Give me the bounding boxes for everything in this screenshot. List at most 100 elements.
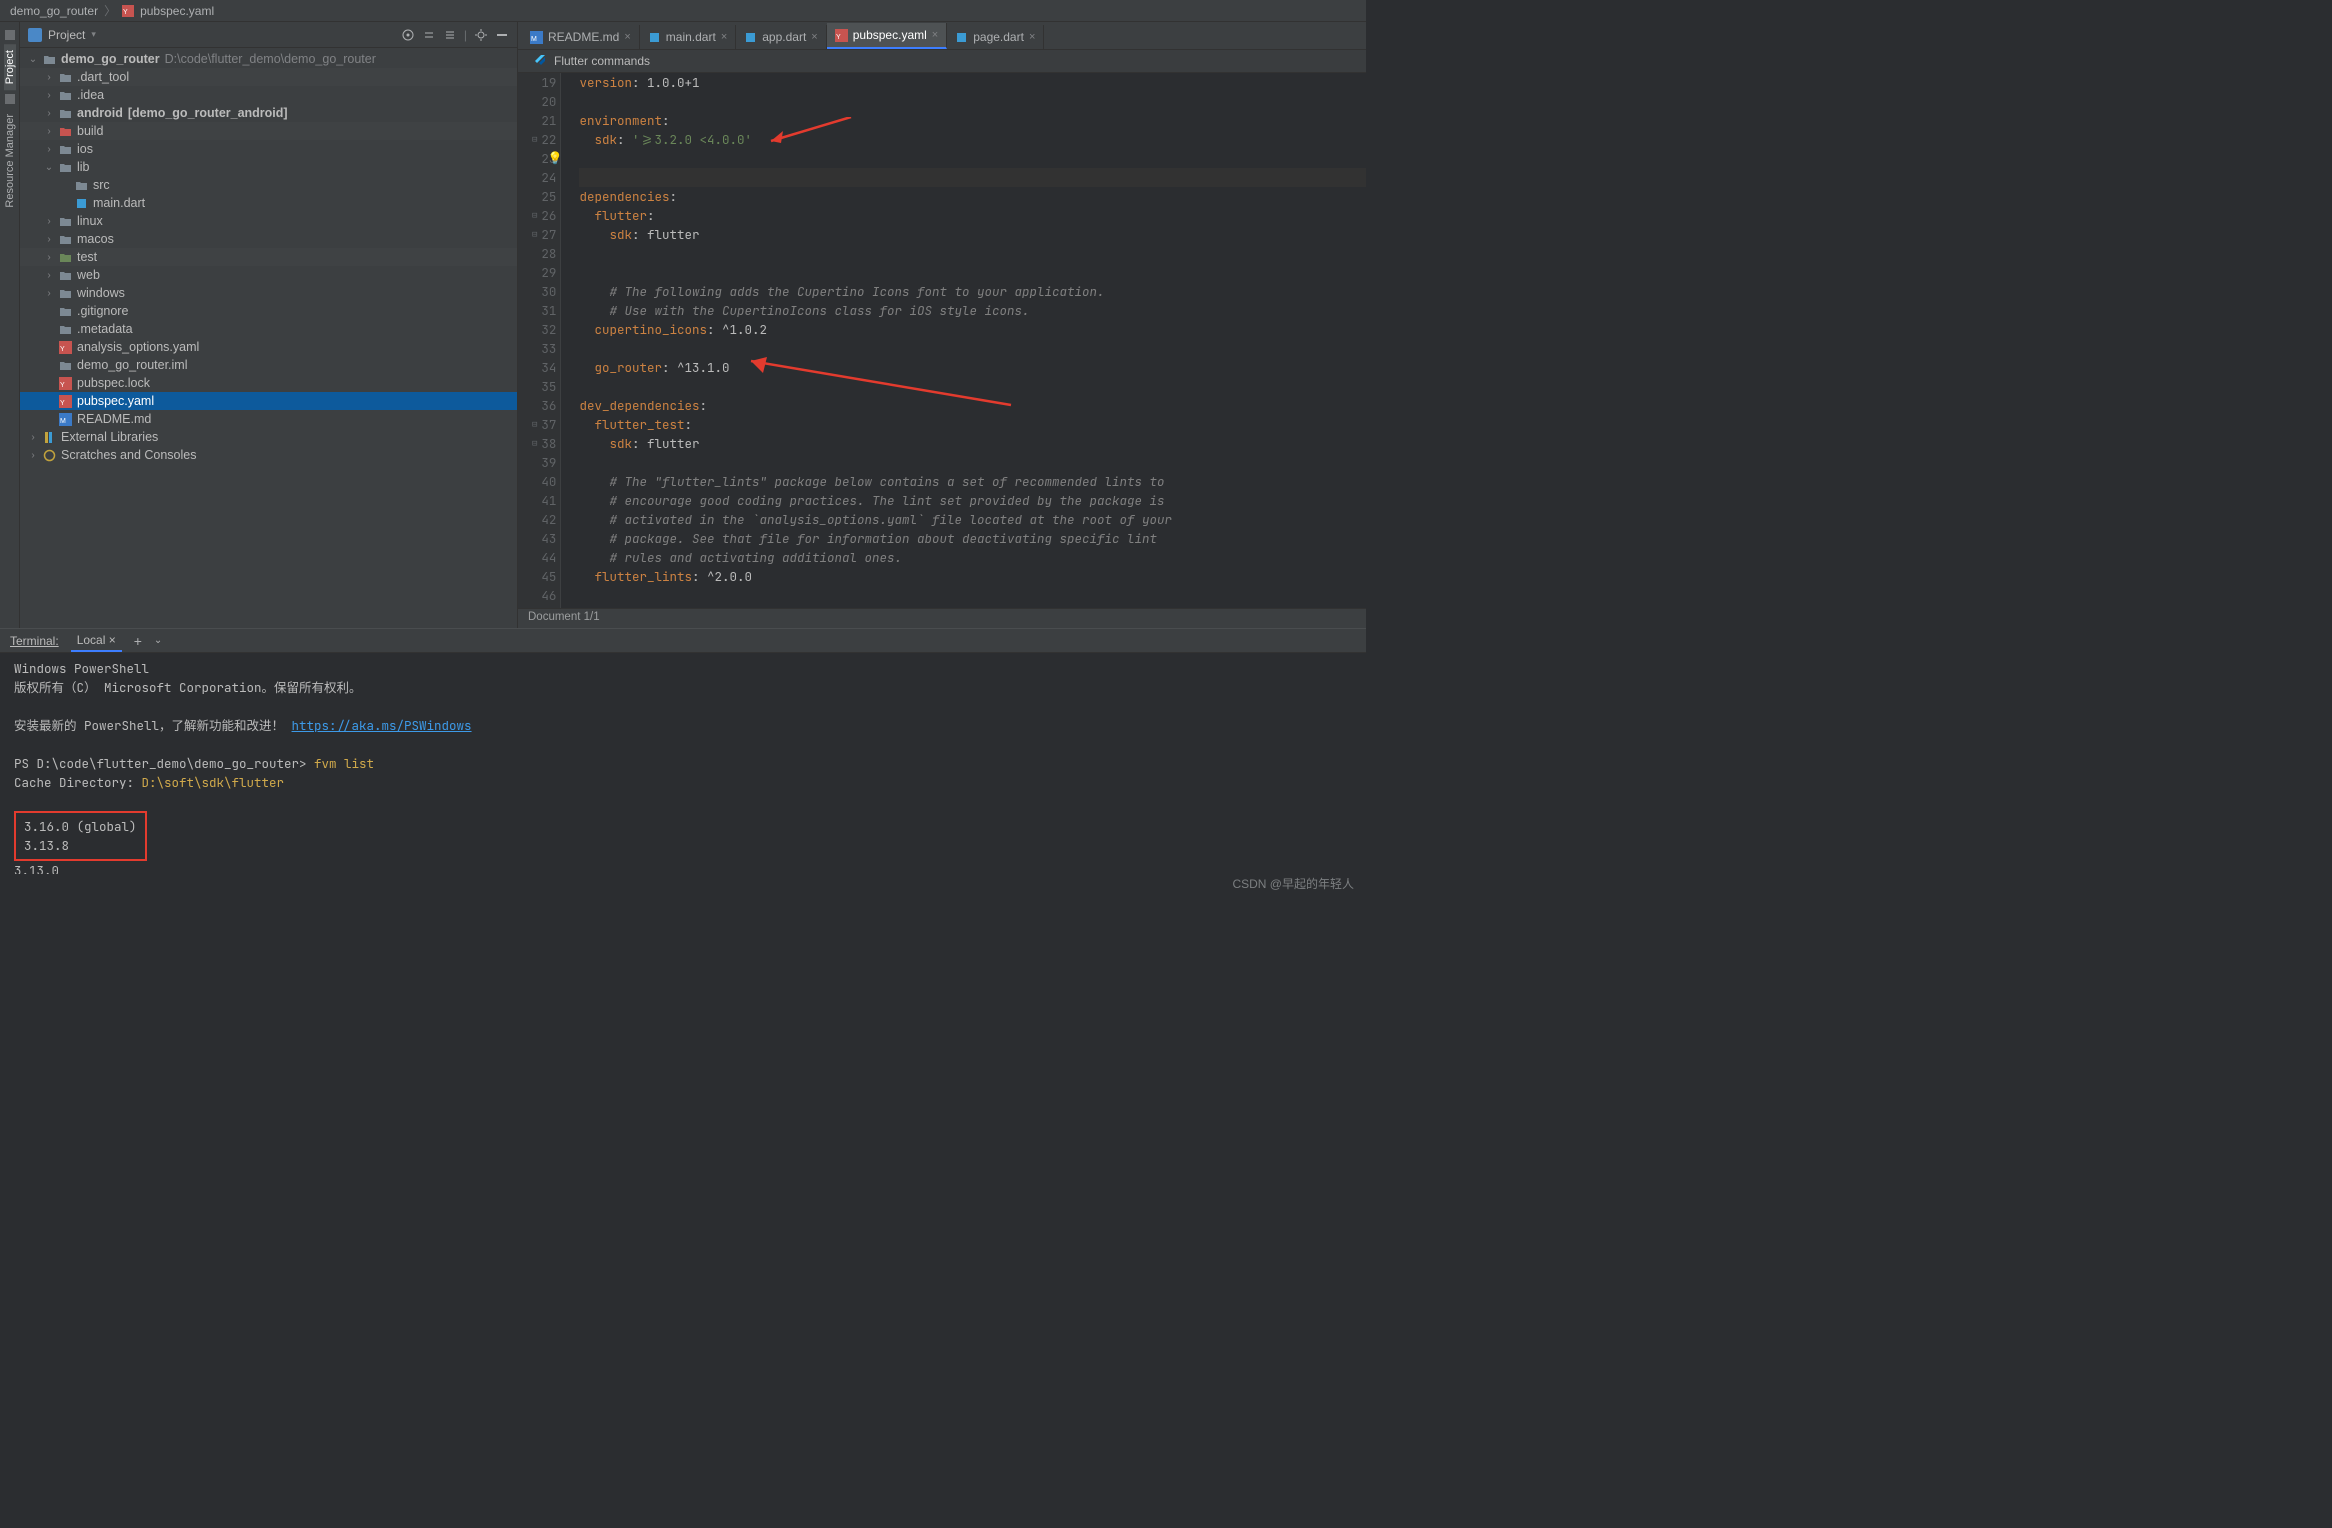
code-line[interactable]: cupertino_icons: ^1.0.2 (579, 320, 1366, 339)
close-icon[interactable]: × (109, 633, 116, 647)
tree-item[interactable]: .metadata (20, 320, 517, 338)
tool-resource-manager[interactable]: Resource Manager (4, 108, 16, 214)
scratches[interactable]: ›Scratches and Consoles (20, 446, 517, 464)
tree-root[interactable]: ⌄demo_go_router D:\code\flutter_demo\dem… (20, 50, 517, 68)
tree-item[interactable]: ›linux (20, 212, 517, 230)
tree-item[interactable]: src (20, 176, 517, 194)
code-line[interactable]: go_router: ^13.1.0 (579, 358, 1366, 377)
code-line[interactable] (579, 92, 1366, 111)
project-tool-icon[interactable] (5, 30, 15, 40)
breadcrumb-sep: 〉 (104, 2, 116, 19)
expand-all-icon[interactable] (422, 28, 436, 42)
term-version: 3.16.0 (global) (24, 817, 137, 836)
flutter-icon (532, 54, 546, 68)
code-line[interactable]: # package. See that file for information… (579, 529, 1366, 548)
editor-tab[interactable]: main.dart× (640, 25, 736, 49)
close-icon[interactable]: × (1029, 31, 1035, 43)
code-line[interactable]: # rules and activating additional ones. (579, 548, 1366, 567)
code-line[interactable]: sdk: flutter (579, 225, 1366, 244)
svg-text:Y: Y (123, 9, 128, 16)
code-editor[interactable]: 192021⊟22232425⊟26⊟27282930313233343536⊟… (518, 73, 1366, 608)
yaml-icon: Y (122, 5, 134, 17)
tree-item[interactable]: ›android [demo_go_router_android] (20, 104, 517, 122)
code-line[interactable]: # The following adds the Cupertino Icons… (579, 282, 1366, 301)
term-prompt-line: PS D:\code\flutter_demo\demo_go_router> … (14, 754, 1352, 773)
code-line[interactable]: environment: (579, 111, 1366, 130)
tree-item[interactable]: ›.dart_tool (20, 68, 517, 86)
powershell-link[interactable]: https://aka.ms/PSWindows (292, 717, 472, 734)
code-line[interactable]: dependencies: (579, 187, 1366, 206)
code-body[interactable]: version: 1.0.0+1 environment: sdk: '>=3.2… (561, 73, 1366, 608)
tool-project[interactable]: Project (4, 44, 16, 90)
code-line[interactable]: # activated in the `analysis_options.yam… (579, 510, 1366, 529)
code-line[interactable]: flutter_test: (579, 415, 1366, 434)
tree-item[interactable]: ›windows (20, 284, 517, 302)
breadcrumb: demo_go_router 〉 Y pubspec.yaml (0, 0, 1366, 22)
tree-item[interactable]: Ypubspec.yaml (20, 392, 517, 410)
code-line[interactable]: sdk: '>=3.2.0 <4.0.0' (579, 130, 1366, 149)
terminal-tab-local[interactable]: Local × (71, 630, 122, 652)
editor-tab[interactable]: Ypubspec.yaml× (827, 23, 947, 49)
tree-item[interactable]: .gitignore (20, 302, 517, 320)
term-line: Windows PowerShell (14, 659, 1352, 678)
close-icon[interactable]: × (932, 29, 938, 41)
external-libraries[interactable]: ›External Libraries (20, 428, 517, 446)
locate-icon[interactable] (401, 28, 415, 42)
tree-item[interactable]: demo_go_router.iml (20, 356, 517, 374)
tree-item[interactable]: MREADME.md (20, 410, 517, 428)
tree-item[interactable]: ›build (20, 122, 517, 140)
tree-item[interactable]: main.dart (20, 194, 517, 212)
banner-text: Flutter commands (554, 54, 650, 68)
tree-item[interactable]: ⌄lib (20, 158, 517, 176)
watermark: CSDN @早起的年轻人 (1232, 875, 1354, 892)
resource-manager-icon[interactable] (5, 94, 15, 104)
code-line[interactable] (579, 244, 1366, 263)
code-line[interactable]: dev_dependencies: (579, 396, 1366, 415)
tree-item[interactable]: Ypubspec.lock (20, 374, 517, 392)
code-line[interactable]: 💡 (579, 149, 1366, 168)
tree-item[interactable]: ›.idea (20, 86, 517, 104)
close-icon[interactable]: × (811, 31, 817, 43)
collapse-all-icon[interactable] (443, 28, 457, 42)
close-icon[interactable]: × (721, 31, 727, 43)
code-line[interactable]: flutter_lints: ^2.0.0 (579, 567, 1366, 586)
tree-item[interactable]: Yanalysis_options.yaml (20, 338, 517, 356)
code-line[interactable]: version: 1.0.0+1 (579, 73, 1366, 92)
terminal-dropdown-icon[interactable]: ⌄ (154, 635, 162, 646)
editor-tab[interactable]: MREADME.md× (522, 25, 640, 49)
code-line[interactable]: flutter: (579, 206, 1366, 225)
new-terminal-icon[interactable]: + (134, 633, 142, 649)
tree-item[interactable]: ›web (20, 266, 517, 284)
breadcrumb-project[interactable]: demo_go_router (10, 4, 98, 18)
svg-text:Y: Y (60, 382, 65, 389)
project-tree[interactable]: ⌄demo_go_router D:\code\flutter_demo\dem… (20, 48, 517, 628)
code-line[interactable] (579, 377, 1366, 396)
editor-tab[interactable]: app.dart× (736, 25, 826, 49)
tree-item[interactable]: ›test (20, 248, 517, 266)
project-panel-title[interactable]: Project (48, 28, 85, 42)
tree-item[interactable]: ›macos (20, 230, 517, 248)
code-line[interactable]: # encourage good coding practices. The l… (579, 491, 1366, 510)
project-type-icon (28, 28, 42, 42)
terminal-panel: Terminal: Local × + ⌄ Windows PowerShell… (0, 628, 1366, 874)
terminal-title: Terminal: (10, 634, 59, 648)
svg-text:Y: Y (60, 346, 65, 353)
code-line[interactable] (579, 339, 1366, 358)
code-line[interactable] (579, 168, 1366, 187)
gear-icon[interactable] (474, 28, 488, 42)
chevron-down-icon[interactable]: ▾ (91, 29, 96, 40)
flutter-commands-banner[interactable]: Flutter commands (518, 50, 1366, 73)
code-line[interactable] (579, 263, 1366, 282)
code-line[interactable]: # The "flutter_lints" package below cont… (579, 472, 1366, 491)
code-line[interactable]: # Use with the CupertinoIcons class for … (579, 301, 1366, 320)
close-icon[interactable]: × (624, 31, 630, 43)
svg-text:M: M (531, 36, 537, 43)
hide-icon[interactable] (495, 28, 509, 42)
terminal-body[interactable]: Windows PowerShell 版权所有（C） Microsoft Cor… (0, 653, 1366, 874)
breadcrumb-file[interactable]: pubspec.yaml (140, 4, 214, 18)
code-line[interactable] (579, 586, 1366, 605)
editor-tab[interactable]: page.dart× (947, 25, 1044, 49)
code-line[interactable] (579, 453, 1366, 472)
tree-item[interactable]: ›ios (20, 140, 517, 158)
code-line[interactable]: sdk: flutter (579, 434, 1366, 453)
